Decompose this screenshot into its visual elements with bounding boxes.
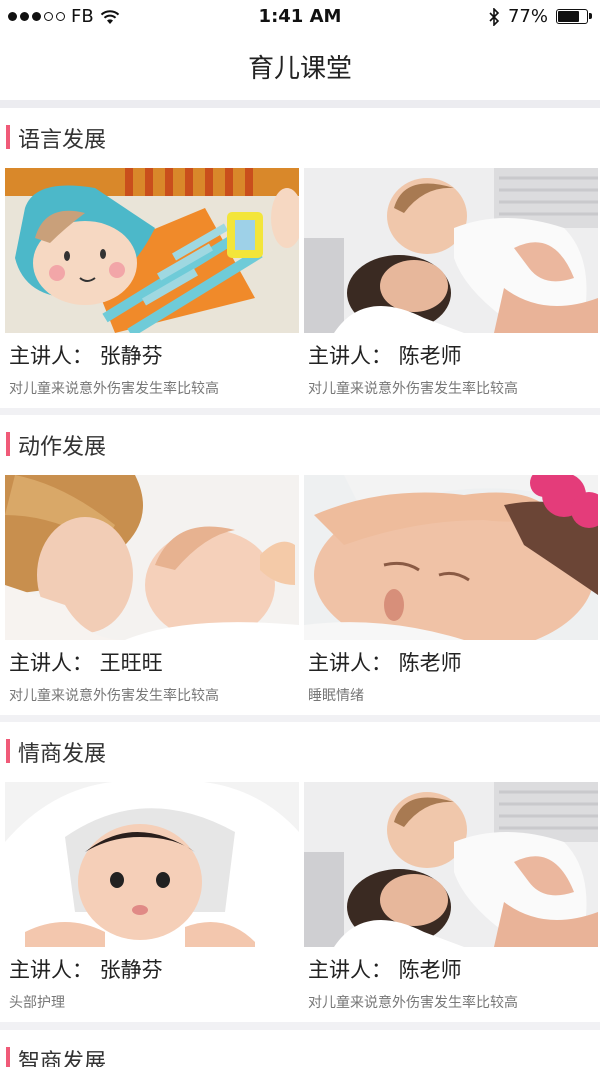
felt-cartoon-baby-image <box>5 168 299 333</box>
section-accent-bar <box>6 1047 10 1067</box>
course-card[interactable]: 主讲人： 张静芬 对儿童来说意外伤害发生率比较高 <box>5 168 299 406</box>
section-header: 智商发展 <box>0 1030 600 1067</box>
section-header: 语言发展 <box>0 108 600 166</box>
course-description: 对儿童来说意外伤害发生率比较高 <box>9 688 219 704</box>
section-title[interactable]: 语言发展 <box>18 122 106 154</box>
section-header: 动作发展 <box>0 415 600 473</box>
section-title[interactable]: 情商发展 <box>18 736 106 768</box>
baby-under-blanket-image <box>5 782 299 947</box>
course-card[interactable]: 主讲人： 陈老师 对儿童来说意外伤害发生率比较高 <box>304 782 598 1020</box>
sleeping-newborn-image <box>304 475 598 640</box>
status-right: 77% <box>488 6 592 27</box>
section-iq-development: 智商发展 <box>0 1030 600 1067</box>
section-language-development: 语言发展 主讲人： 张静芬 对儿童来说意外伤害发生率比较高 主讲人： 陈老师 对… <box>0 108 600 408</box>
mother-baby-sleeping-image <box>5 475 299 640</box>
section-accent-bar <box>6 739 10 763</box>
lecturer-label: 主讲人： 陈老师 <box>308 958 462 982</box>
section-emotional-development: 情商发展 主讲人： 张静芬 头部护理 主讲人： 陈老师 对儿童来说意外伤害发生率… <box>0 722 600 1022</box>
status-bar: FB 1:41 AM 77% <box>0 0 600 34</box>
course-card[interactable]: 主讲人： 王旺旺 对儿童来说意外伤害发生率比较高 <box>5 475 299 713</box>
course-description: 对儿童来说意外伤害发生率比较高 <box>308 995 518 1011</box>
section-motor-development: 动作发展 主讲人： 王旺旺 对儿童来说意外伤害发生率比较高 主讲人： 陈老师 睡… <box>0 415 600 715</box>
lecturer-label: 主讲人： 张静芬 <box>9 958 163 982</box>
lecturer-label: 主讲人： 陈老师 <box>308 651 462 675</box>
battery-icon <box>556 9 592 24</box>
page-title: 育儿课堂 <box>247 54 352 84</box>
course-description: 睡眠情绪 <box>308 688 364 704</box>
lecturer-label: 主讲人： 陈老师 <box>308 344 462 368</box>
mother-lifting-baby-image <box>304 168 598 333</box>
course-description: 头部护理 <box>9 995 65 1011</box>
bluetooth-icon <box>489 7 500 26</box>
lecturer-label: 主讲人： 王旺旺 <box>9 651 163 675</box>
section-title[interactable]: 动作发展 <box>18 429 106 461</box>
section-accent-bar <box>6 125 10 149</box>
course-card[interactable]: 主讲人： 张静芬 头部护理 <box>5 782 299 1020</box>
course-card[interactable]: 主讲人： 陈老师 对儿童来说意外伤害发生率比较高 <box>304 168 598 406</box>
section-header: 情商发展 <box>0 722 600 780</box>
course-description: 对儿童来说意外伤害发生率比较高 <box>9 381 219 397</box>
course-card[interactable]: 主讲人： 陈老师 睡眠情绪 <box>304 475 598 713</box>
mother-lifting-baby-image <box>304 782 598 947</box>
section-accent-bar <box>6 432 10 456</box>
navigation-bar: 育儿课堂 <box>0 34 600 100</box>
course-description: 对儿童来说意外伤害发生率比较高 <box>308 381 518 397</box>
nav-divider <box>0 100 600 108</box>
battery-percent: 77% <box>507 6 548 27</box>
lecturer-label: 主讲人： 张静芬 <box>9 344 163 368</box>
section-title[interactable]: 智商发展 <box>18 1044 106 1067</box>
